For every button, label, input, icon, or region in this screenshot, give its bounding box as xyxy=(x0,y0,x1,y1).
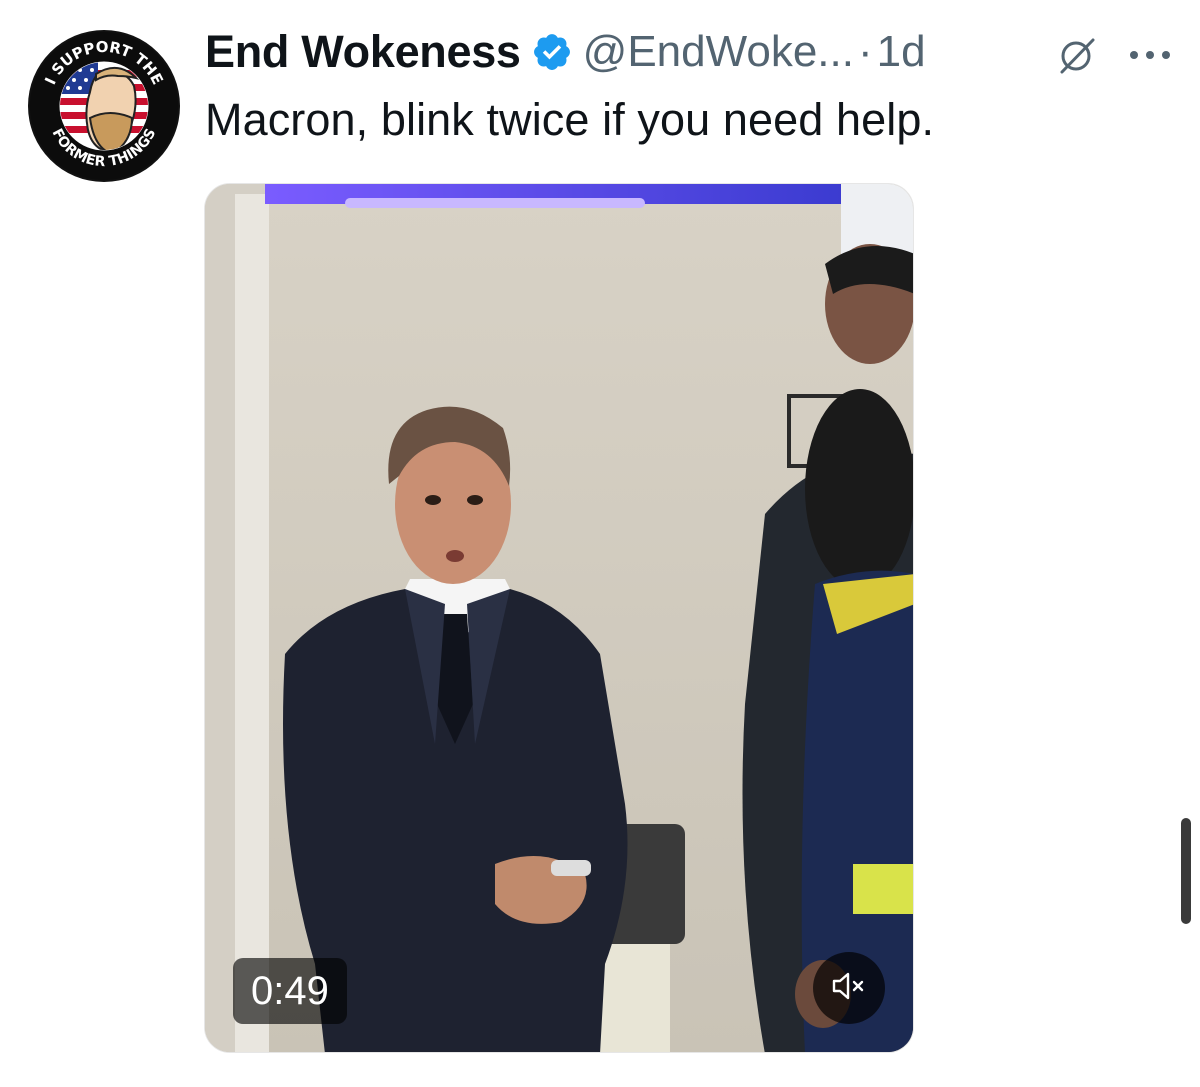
more-options-icon[interactable] xyxy=(1128,48,1172,60)
grok-icon[interactable] xyxy=(1055,32,1101,78)
mute-button[interactable] xyxy=(813,952,885,1024)
muted-speaker-icon xyxy=(832,971,866,1006)
tweet-timestamp[interactable]: 1d xyxy=(877,27,926,77)
separator-dot: · xyxy=(857,27,873,76)
avatar-artwork: I SUPPORT THE FORMER THINGS xyxy=(30,32,178,180)
tweet-text: Macron, blink twice if you need help. xyxy=(205,94,935,145)
video-duration: 0:49 xyxy=(233,958,347,1024)
tweet-header: End Wokeness @EndWoke... · 1d xyxy=(205,24,926,80)
page-scrollbar[interactable] xyxy=(1181,818,1191,924)
video-frame xyxy=(205,184,913,1052)
author-avatar[interactable]: I SUPPORT THE FORMER THINGS xyxy=(28,30,180,182)
tweet-video[interactable]: 0:49 xyxy=(204,183,914,1053)
author-name[interactable]: End Wokeness xyxy=(205,26,521,78)
author-handle[interactable]: @EndWoke... xyxy=(583,27,854,77)
verified-badge-icon[interactable] xyxy=(531,31,573,73)
